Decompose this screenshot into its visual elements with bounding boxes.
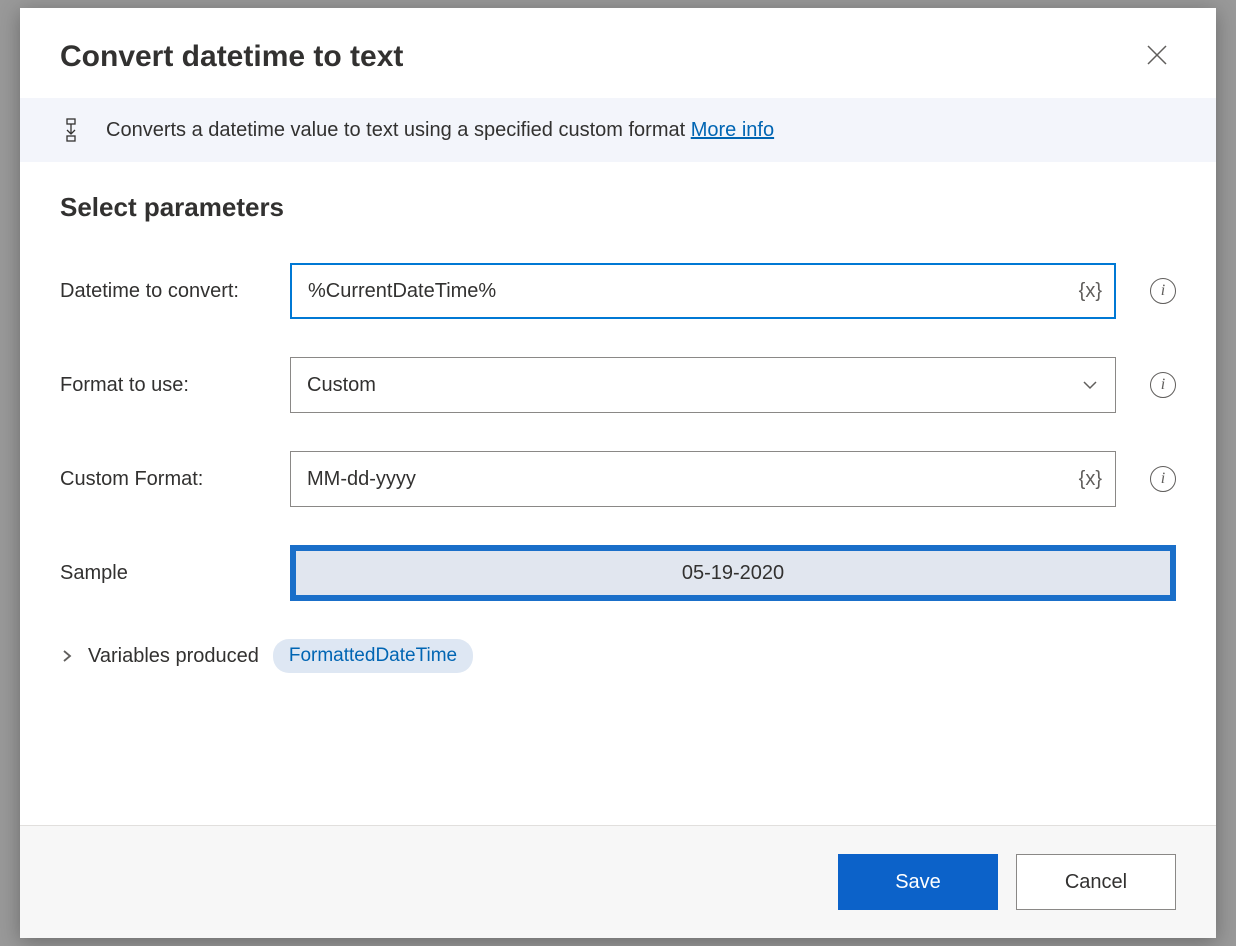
banner-text-wrap: Converts a datetime value to text using …	[106, 119, 774, 142]
more-info-link[interactable]: More info	[691, 119, 774, 141]
datetime-input[interactable]	[290, 263, 1116, 319]
convert-datetime-dialog: Convert datetime to text Converts a date…	[20, 8, 1216, 938]
chevron-right-icon	[60, 649, 74, 663]
field-sample: Sample 05-19-2020	[60, 545, 1176, 601]
variable-chip[interactable]: FormattedDateTime	[273, 639, 473, 673]
cancel-button[interactable]: Cancel	[1016, 854, 1176, 910]
close-icon	[1146, 44, 1168, 66]
format-control: Custom	[290, 357, 1116, 413]
info-icon[interactable]: i	[1150, 372, 1176, 398]
field-custom-format: Custom Format: {x} i	[60, 451, 1176, 507]
dialog-body: Select parameters Datetime to convert: {…	[20, 162, 1216, 825]
sample-output: 05-19-2020	[290, 545, 1176, 601]
sample-value: 05-19-2020	[682, 562, 784, 585]
save-button[interactable]: Save	[838, 854, 998, 910]
datetime-control: {x}	[290, 263, 1116, 319]
custom-format-label: Custom Format:	[60, 468, 270, 491]
field-datetime: Datetime to convert: {x} i	[60, 263, 1176, 319]
custom-format-input[interactable]	[290, 451, 1116, 507]
dialog-footer: Save Cancel	[20, 825, 1216, 938]
variables-produced-row[interactable]: Variables produced FormattedDateTime	[60, 639, 1176, 673]
banner-text: Converts a datetime value to text using …	[106, 119, 691, 141]
dialog-title: Convert datetime to text	[60, 40, 403, 74]
info-icon[interactable]: i	[1150, 278, 1176, 304]
info-banner: Converts a datetime value to text using …	[20, 98, 1216, 162]
dialog-header: Convert datetime to text	[20, 8, 1216, 98]
variables-label: Variables produced	[88, 645, 259, 668]
info-icon[interactable]: i	[1150, 466, 1176, 492]
datetime-label: Datetime to convert:	[60, 280, 270, 303]
format-select[interactable]: Custom	[290, 357, 1116, 413]
chevron-down-icon	[1081, 376, 1099, 394]
custom-format-control: {x}	[290, 451, 1116, 507]
sample-control: 05-19-2020	[290, 545, 1176, 601]
format-label: Format to use:	[60, 374, 270, 397]
field-format: Format to use: Custom i	[60, 357, 1176, 413]
action-icon	[60, 118, 82, 142]
section-title: Select parameters	[60, 192, 1176, 223]
sample-label: Sample	[60, 562, 270, 585]
close-button[interactable]	[1138, 36, 1176, 78]
format-value: Custom	[307, 374, 376, 397]
